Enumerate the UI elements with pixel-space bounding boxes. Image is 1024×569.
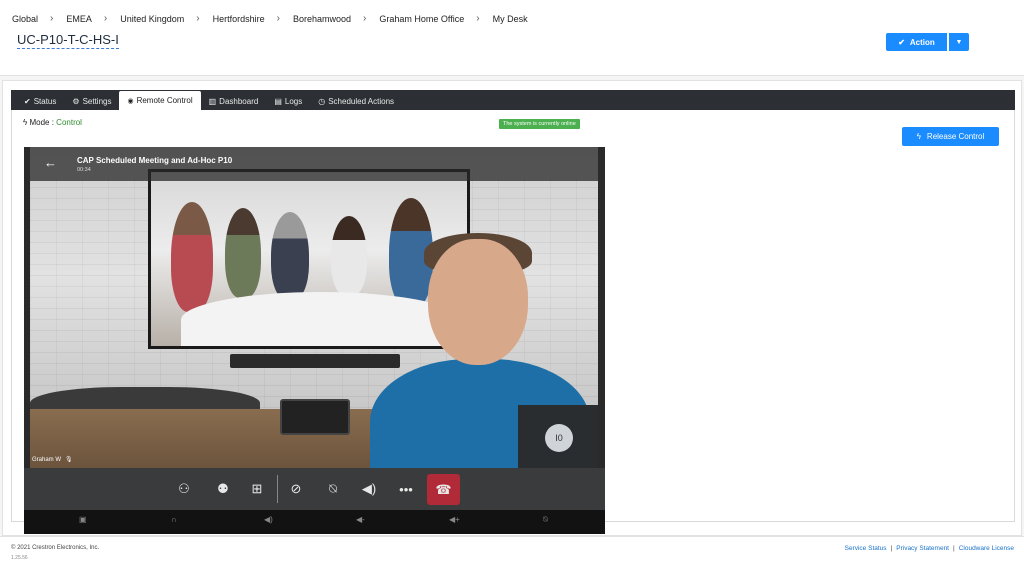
gear-icon: ⚙ bbox=[72, 96, 80, 106]
room-display bbox=[148, 169, 470, 349]
headset-icon: ∩ bbox=[171, 515, 177, 524]
volume-up-icon: ◀+ bbox=[449, 515, 460, 524]
tab-status[interactable]: ✔ Status bbox=[16, 92, 64, 110]
list-icon: ▤ bbox=[274, 96, 282, 106]
phone-hangup-icon: ☎ bbox=[435, 481, 452, 497]
camera-toggle-button[interactable]: ⊘ bbox=[281, 474, 311, 504]
page-title[interactable]: UC-P10-T-C-HS-I bbox=[17, 32, 119, 49]
avatar: I0 bbox=[545, 424, 573, 452]
breadcrumb-item-borehamwood[interactable]: Borehamwood bbox=[293, 14, 351, 24]
mic-muted-icon: 🎙 bbox=[65, 457, 73, 463]
people-icon: ⚇ bbox=[178, 481, 190, 496]
caret-down-icon: ▼ bbox=[955, 38, 963, 46]
meeting-header: ← CAP Scheduled Meeting and Ad-Hoc P10 0… bbox=[30, 147, 598, 181]
tab-remote-control[interactable]: ◉ Remote Control bbox=[119, 91, 201, 110]
meeting-timer: 00:34 bbox=[77, 167, 91, 173]
copyright: © 2021 Crestron Electronics, Inc. bbox=[11, 545, 100, 551]
participant-name-tag: Graham W 🎙 bbox=[32, 456, 73, 464]
check-icon: ✔ bbox=[24, 96, 31, 106]
rss-icon: ◉ bbox=[127, 97, 134, 105]
status-badge: The system is currently online bbox=[499, 119, 580, 129]
page-header: Global › EMEA › United Kingdom › Hertfordsh… bbox=[0, 0, 1024, 76]
tab-label: Dashboard bbox=[219, 96, 259, 106]
page-footer: © 2021 Crestron Electronics, Inc. 1.25.5… bbox=[0, 536, 1024, 569]
share-people-icon: ⚉ bbox=[217, 481, 229, 496]
camera-off-icon: ⊘ bbox=[290, 481, 302, 496]
tab-logs[interactable]: ▤ Logs bbox=[266, 92, 310, 110]
service-status-link[interactable]: Service Status bbox=[845, 545, 887, 552]
chevron-right-icon: › bbox=[363, 13, 367, 24]
release-control-label: Release Control bbox=[926, 132, 985, 141]
back-arrow-icon[interactable]: ← bbox=[44, 155, 57, 170]
self-view[interactable]: I0 bbox=[518, 405, 598, 468]
tab-label: Settings bbox=[82, 96, 112, 106]
meeting-title: CAP Scheduled Meeting and Ad-Hoc P10 bbox=[77, 156, 233, 165]
chevron-right-icon: › bbox=[276, 13, 280, 24]
hang-up-button[interactable]: ☎ bbox=[427, 474, 460, 505]
breadcrumb-item-my-desk[interactable]: My Desk bbox=[493, 14, 528, 24]
mute-button[interactable]: ⍉ bbox=[318, 474, 348, 504]
chevron-right-icon: › bbox=[50, 13, 54, 24]
action-button-label: Action bbox=[909, 37, 935, 47]
tab-label: Scheduled Actions bbox=[328, 96, 395, 106]
more-horizontal-icon: ••• bbox=[399, 481, 413, 497]
volume-button[interactable]: ◀) bbox=[354, 474, 384, 504]
mic-off-icon: ⍉ bbox=[543, 515, 548, 524]
breadcrumb-item-global[interactable]: Global bbox=[12, 14, 38, 24]
clock-icon: ◷ bbox=[318, 96, 326, 106]
cloudware-license-link[interactable]: Cloudware License bbox=[959, 545, 1014, 552]
breadcrumb-item-emea[interactable]: EMEA bbox=[66, 14, 92, 24]
meeting-video-feed bbox=[30, 147, 598, 468]
tab-label: Status bbox=[33, 96, 57, 106]
action-dropdown-button[interactable]: ▼ bbox=[948, 33, 969, 51]
grid-icon: ⊞ bbox=[251, 481, 263, 496]
tab-settings[interactable]: ⚙ Settings bbox=[64, 92, 119, 110]
remote-video-view[interactable]: ← CAP Scheduled Meeting and Ad-Hoc P10 0… bbox=[24, 147, 605, 534]
bolt-icon: ϟ bbox=[916, 132, 921, 141]
device-status-bar: ▣ ∩ ◀) ◀- ◀+ ⍉ bbox=[24, 510, 605, 534]
tab-dashboard[interactable]: ▥ Dashboard bbox=[201, 92, 267, 110]
chevron-right-icon: › bbox=[196, 13, 200, 24]
version: 1.25.56 bbox=[11, 555, 28, 561]
action-button[interactable]: ✔ Action bbox=[886, 33, 947, 51]
tab-bar: ✔ Status ⚙ Settings ◉ Remote Control ▥ Dashb… bbox=[11, 90, 1015, 110]
layout-button[interactable]: ⊞ bbox=[242, 474, 272, 504]
action-button-group: ✔ Action ▼ bbox=[886, 33, 969, 51]
tab-label: Remote Control bbox=[136, 96, 193, 105]
breadcrumb-item-hertfordshire[interactable]: Hertfordshire bbox=[213, 14, 265, 24]
footer-links: Service Status | Privacy Statement | Cloud… bbox=[844, 545, 1014, 552]
speaker-icon: ◀) bbox=[361, 481, 377, 496]
release-control-button[interactable]: ϟ Release Control bbox=[902, 127, 999, 146]
check-icon: ✔ bbox=[898, 37, 905, 47]
privacy-statement-link[interactable]: Privacy Statement bbox=[896, 545, 949, 552]
breadcrumb-item-uk[interactable]: United Kingdom bbox=[120, 14, 184, 24]
teams-icon: ▣ bbox=[79, 515, 87, 524]
more-options-button[interactable]: ••• bbox=[391, 474, 421, 504]
breadcrumb: Global › EMEA › United Kingdom › Hertfordsh… bbox=[12, 13, 528, 24]
volume-down-icon: ◀- bbox=[356, 515, 365, 524]
touch-panel bbox=[280, 399, 350, 435]
participants-button[interactable]: ⚇ bbox=[169, 474, 199, 504]
speaker-icon: ◀) bbox=[264, 515, 273, 524]
bolt-icon: ϟ bbox=[23, 118, 28, 127]
breadcrumb-item-graham-home-office[interactable]: Graham Home Office bbox=[379, 14, 464, 24]
tab-scheduled-actions[interactable]: ◷ Scheduled Actions bbox=[310, 92, 402, 110]
chevron-right-icon: › bbox=[103, 13, 108, 24]
mode-indicator: ϟ Mode : Control bbox=[23, 118, 82, 127]
mode-value: Control bbox=[56, 118, 82, 127]
participant-name: Graham W bbox=[32, 456, 62, 463]
tab-label: Logs bbox=[284, 96, 303, 106]
chevron-right-icon: › bbox=[476, 13, 480, 24]
soundbar bbox=[230, 354, 400, 368]
bar-chart-icon: ▥ bbox=[208, 96, 217, 106]
call-control-bar: ⚇ ⚉ ⊞ ⊘ ⍉ ◀) ••• ☎ bbox=[24, 468, 605, 510]
share-button[interactable]: ⚉ bbox=[208, 474, 238, 504]
mode-label: Mode : bbox=[29, 118, 54, 127]
mic-off-icon: ⍉ bbox=[329, 481, 337, 496]
